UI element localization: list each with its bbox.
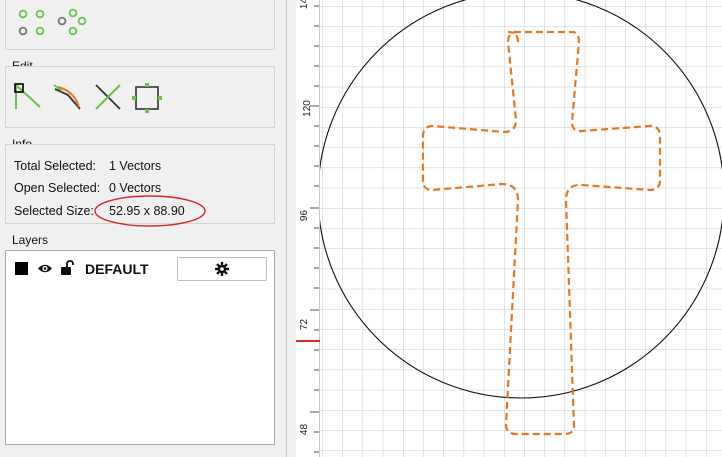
info-size-label: Selected Size: (14, 204, 94, 218)
info-total-value: 1 Vectors (109, 159, 162, 173)
cut-icon (95, 84, 121, 110)
panel-divider[interactable] (286, 0, 287, 457)
info-open-selected: Open Selected: 0 Vectors (14, 181, 161, 195)
gear-icon (215, 262, 229, 276)
layer-color-swatch[interactable] (15, 262, 28, 275)
ruler-label-72: 72 (299, 318, 311, 331)
bounding-box-icon (132, 83, 162, 113)
grid-background (296, 0, 722, 457)
ruler-label-120: 120 (301, 100, 313, 117)
layer-name: DEFAULT (85, 261, 149, 277)
node-group-icon[interactable] (56, 7, 90, 39)
edit-panel (5, 66, 275, 128)
node-pattern-icon[interactable] (16, 7, 48, 39)
info-open-value: 0 Vectors (109, 181, 162, 195)
ruler-ticks (310, 5, 319, 453)
info-total-selected: Total Selected: 1 Vectors (14, 159, 161, 173)
layers-section-title: Layers (12, 233, 49, 247)
layer-settings-button[interactable] (177, 257, 267, 281)
node-tools-panel (5, 0, 275, 50)
size-highlight-ellipse (94, 195, 206, 227)
curve-edit-icon (53, 84, 81, 110)
info-selected-size: Selected Size: 52.95 x 88.90 (14, 204, 185, 218)
eye-icon[interactable] (37, 262, 53, 275)
node-edit-tool[interactable] (12, 81, 46, 115)
bounding-box-tool[interactable] (130, 81, 164, 115)
info-open-label: Open Selected: (14, 181, 101, 195)
ruler-label-48: 48 (299, 423, 311, 436)
info-total-label: Total Selected: (14, 159, 96, 173)
unlock-icon[interactable] (60, 260, 75, 276)
ruler-label-96: 96 (299, 209, 311, 222)
design-canvas[interactable] (296, 0, 722, 457)
cut-tool[interactable] (92, 81, 126, 115)
canvas-svg (296, 0, 722, 457)
vertical-ruler[interactable]: 14 120 96 72 48 (296, 0, 320, 457)
ruler-position-marker (296, 340, 320, 342)
ruler-label-14: 14 (299, 0, 311, 10)
layers-list: DEFAULT (5, 250, 275, 445)
node-edit-icon (14, 83, 41, 109)
layer-row-default[interactable]: DEFAULT (6, 251, 274, 287)
left-panel: Edit (0, 0, 286, 457)
curve-edit-tool[interactable] (52, 81, 86, 115)
